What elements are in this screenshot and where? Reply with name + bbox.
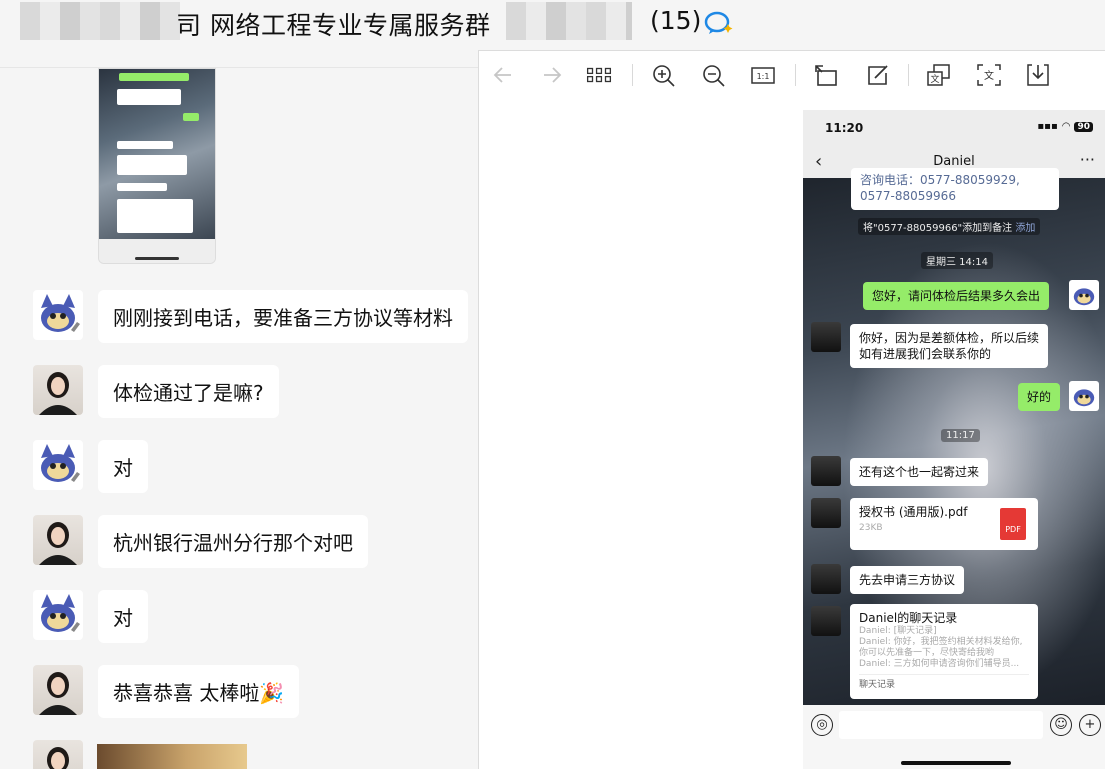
avatar bbox=[811, 456, 841, 486]
phone-screenshot[interactable]: 11:20 ▪▪▪ ◠ 90 ‹ Daniel ··· 咨询电话：0577-88… bbox=[803, 110, 1105, 769]
contact-name: Daniel bbox=[933, 154, 975, 169]
chat-message: 体检通过了是嘛? bbox=[33, 365, 279, 418]
avatar bbox=[1069, 381, 1099, 411]
avatar[interactable] bbox=[33, 515, 83, 565]
avatar bbox=[811, 322, 841, 352]
svg-text:文: 文 bbox=[930, 73, 939, 85]
phone-text-input bbox=[839, 711, 1043, 739]
message-bubble[interactable]: 刚刚接到电话，要准备三方协议等材料 bbox=[98, 290, 468, 343]
image-message-thumbnail[interactable] bbox=[97, 744, 247, 769]
back-arrow-icon[interactable] bbox=[491, 63, 517, 87]
extract-text-icon[interactable]: 文 bbox=[976, 63, 1002, 87]
battery-icon: 90 bbox=[1074, 121, 1093, 132]
more-icon: ··· bbox=[1079, 150, 1095, 169]
message-bubble[interactable]: 恭喜恭喜 太棒啦🎉 bbox=[98, 665, 300, 718]
phone-input-bar: ◎ ☺ + bbox=[803, 705, 1105, 769]
forward-arrow-icon[interactable] bbox=[539, 63, 565, 87]
chat-message: 恭喜恭喜 太棒啦🎉 bbox=[33, 665, 300, 718]
chat-message: 杭州银行温州分行那个对吧 bbox=[33, 515, 368, 568]
phone-message-bubble: 好的 bbox=[1018, 383, 1061, 411]
phone-time: 11:20 bbox=[825, 121, 864, 135]
avatar[interactable] bbox=[33, 290, 83, 340]
file-message: 授权书 (通用版).pdf 23KB PDF bbox=[850, 498, 1038, 550]
plus-icon: + bbox=[1079, 714, 1101, 736]
avatar bbox=[1069, 280, 1099, 310]
emoji-icon: ☺ bbox=[1050, 714, 1072, 736]
actual-size-icon[interactable]: 1:1 bbox=[750, 63, 776, 87]
home-indicator bbox=[901, 761, 1011, 765]
message-bubble[interactable]: 对 bbox=[98, 440, 148, 493]
avatar[interactable] bbox=[33, 590, 83, 640]
screenshot-message-thumbnail[interactable] bbox=[98, 68, 216, 264]
zoom-in-icon[interactable] bbox=[651, 63, 677, 87]
avatar[interactable] bbox=[33, 665, 83, 715]
blurred-group-name-prefix bbox=[20, 2, 180, 40]
member-count: (15) bbox=[650, 6, 702, 35]
svg-text:1:1: 1:1 bbox=[757, 72, 770, 81]
grid-view-icon[interactable] bbox=[586, 63, 618, 87]
group-title: 司 网络工程专业专属服务群 bbox=[176, 11, 491, 40]
svg-text:文: 文 bbox=[984, 69, 994, 82]
chat-message: 对 bbox=[33, 590, 148, 643]
timestamp: 11:17 bbox=[941, 429, 980, 442]
phone-message-bubble: 还有这个也一起寄过来 bbox=[850, 458, 989, 486]
edit-icon[interactable] bbox=[865, 63, 891, 87]
translate-icon[interactable]: 文 bbox=[926, 63, 952, 87]
chat-message: 刚刚接到电话，要准备三方协议等材料 bbox=[33, 290, 468, 343]
message-bubble[interactable]: 体检通过了是嘛? bbox=[98, 365, 279, 418]
rotate-icon[interactable] bbox=[813, 63, 839, 87]
signal-icon: ▪▪▪ bbox=[1037, 121, 1058, 132]
zoom-out-icon[interactable] bbox=[701, 63, 727, 87]
message-bubble[interactable]: 对 bbox=[98, 590, 148, 643]
chat-record-card: Daniel的聊天记录 Daniel: [聊天记录] Daniel: 你好，我把… bbox=[850, 604, 1038, 699]
phone-message-bubble: 先去申请三方协议 bbox=[850, 566, 965, 594]
chat-message-list[interactable]: 刚刚接到电话，要准备三方协议等材料 体检通过了是嘛? 对 杭州银行温州分行那个对… bbox=[0, 68, 478, 769]
avatar bbox=[811, 564, 841, 594]
ai-chat-icon[interactable] bbox=[704, 10, 734, 36]
chat-message bbox=[33, 740, 83, 769]
voice-icon: ◎ bbox=[811, 714, 833, 736]
avatar bbox=[811, 606, 841, 636]
viewer-toolbar: 1:1 文 文 bbox=[479, 51, 1105, 99]
avatar bbox=[811, 498, 841, 528]
avatar[interactable] bbox=[33, 440, 83, 490]
pdf-icon: PDF bbox=[1000, 508, 1026, 540]
phone-message-bubble: 咨询电话：0577-88059929, 0577-88059966 bbox=[851, 168, 1059, 210]
download-icon[interactable] bbox=[1025, 63, 1051, 87]
avatar[interactable] bbox=[33, 740, 83, 769]
timestamp: 星期三 14:14 bbox=[921, 252, 993, 269]
chat-message: 对 bbox=[33, 440, 148, 493]
system-notice: 将"0577-88059966"添加到备注 添加 bbox=[858, 218, 1041, 235]
message-bubble[interactable]: 杭州银行温州分行那个对吧 bbox=[98, 515, 368, 568]
wifi-icon: ◠ bbox=[1061, 121, 1071, 132]
phone-message-bubble: 您好，请问体检后结果多久会出 bbox=[863, 282, 1050, 310]
phone-message-bubble: 你好，因为是差额体检，所以后续 如有进展我们会联系你的 bbox=[850, 324, 1049, 368]
avatar[interactable] bbox=[33, 365, 83, 415]
blurred-group-name-suffix bbox=[506, 2, 632, 40]
phone-status-bar: 11:20 ▪▪▪ ◠ 90 bbox=[803, 110, 1105, 146]
phone-chat-area: 咨询电话：0577-88059929, 0577-88059966 将"0577… bbox=[803, 168, 1105, 705]
